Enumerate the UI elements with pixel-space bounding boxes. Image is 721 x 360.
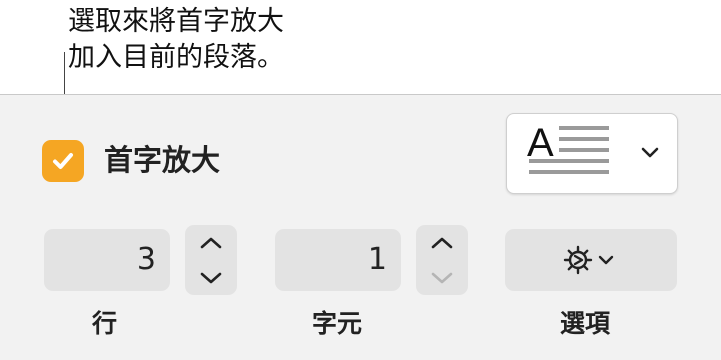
lines-field[interactable]: 3 (44, 229, 170, 291)
drop-cap-label: 首字放大 (104, 143, 221, 177)
chevron-down-icon (641, 147, 659, 158)
drop-cap-panel: 首字放大 A 3 行 1 字元 選項 (0, 94, 721, 360)
callout-line-2: 加入目前的段落。 (68, 42, 284, 73)
characters-decrement-button[interactable] (416, 260, 468, 295)
options-button[interactable] (505, 229, 677, 291)
drop-cap-style-popup[interactable]: A (506, 113, 678, 194)
chevron-up-icon (200, 237, 222, 248)
lines-caption: 行 (92, 309, 118, 338)
characters-field[interactable]: 1 (275, 229, 401, 291)
chevron-down-icon (200, 272, 222, 283)
drop-cap-checkbox[interactable] (42, 140, 84, 182)
checkmark-icon (53, 153, 73, 169)
lines-decrement-button[interactable] (185, 260, 237, 295)
drop-cap-style-preview: A (527, 121, 659, 174)
chevron-down-icon (431, 272, 453, 283)
chevron-up-icon (431, 237, 453, 248)
chevron-down-icon (598, 255, 614, 265)
options-caption: 選項 (560, 309, 611, 338)
lines-stepper[interactable] (185, 225, 237, 295)
callout-text: 選取來將首字放大 加入目前的段落。 (68, 4, 284, 76)
gear-icon (563, 245, 614, 275)
callout-line-1: 選取來將首字放大 (68, 6, 284, 37)
style-preview-letter: A (527, 121, 554, 165)
lines-increment-button[interactable] (185, 225, 237, 260)
characters-stepper[interactable] (416, 225, 468, 295)
characters-increment-button[interactable] (416, 225, 468, 260)
characters-caption: 字元 (312, 309, 363, 338)
